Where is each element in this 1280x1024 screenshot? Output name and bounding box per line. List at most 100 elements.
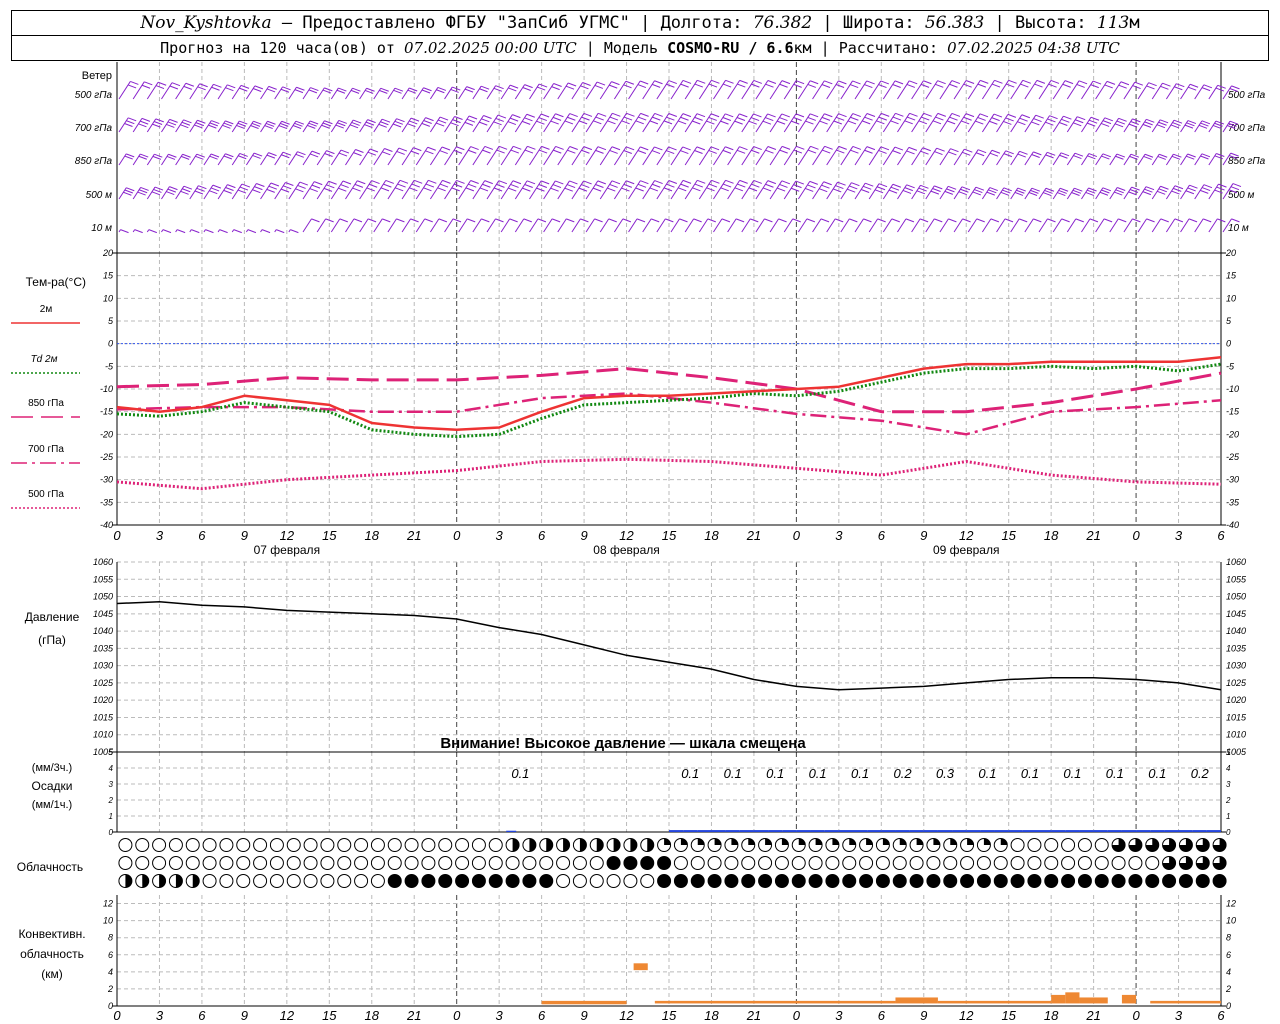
wind-barb-feather [353,152,362,157]
wind-barb-feather [949,83,958,88]
wind-barb-feather [493,187,503,192]
cloud-symbol-fill [596,838,604,852]
wind-barb [486,180,508,200]
cloud-symbol-circle [1094,838,1109,852]
cloud-symbol-circle [875,856,890,870]
wind-barb-staff [529,180,542,200]
wind-barb-feather [975,186,985,191]
wind-barb [698,146,720,166]
wind-barb-feather [1064,80,1074,85]
wind-barb-feather [439,183,449,188]
wind-barb [458,218,476,233]
wind-barb-staff [953,148,965,166]
wind-barb [543,180,564,200]
cloud-symbol [455,838,470,852]
wind-barb-feather [238,155,247,160]
cloud-symbol [152,838,167,852]
wind-barb [444,218,462,233]
wind-barb-staff [670,113,684,133]
wind-barb [260,229,271,234]
wind-barb [245,229,257,234]
wind-barb-feather [734,120,743,125]
wind-barb-staff [783,180,797,200]
cloud-symbol [286,838,301,852]
wind-barb [911,80,932,100]
wind-barb-staff [161,153,169,166]
wind-barb-feather [1115,189,1124,194]
wind-barb-staff [146,229,150,233]
wind-barb-staff [132,229,136,233]
wind-barb [557,180,578,200]
x-tick-label: 3 [496,528,504,543]
wind-barb-feather [635,120,644,125]
wind-barb [118,80,139,100]
cloud-symbol-circle [236,856,251,870]
wind-barb-feather [890,186,900,191]
wind-barb-feather [1129,189,1139,193]
wind-barb-staff [1024,218,1034,233]
cloud-symbol [875,838,890,852]
x-tick-label: 18 [365,528,380,543]
wind-barb-feather [697,179,706,184]
wind-barb-feather [1160,85,1169,90]
wind-barb-feather [168,153,177,158]
cloud-symbol-circle [724,874,739,888]
wind-barb-feather [378,123,387,128]
wind-barb-staff [656,113,670,133]
cloud-symbol [657,856,672,870]
wind-barb-feather [751,183,760,188]
wind-barb-feather [851,182,860,187]
wind-barb-feather [1201,87,1211,92]
wind-barb-feather [920,184,929,189]
wind-barb-staff [628,218,638,233]
wind-barb-feather [1036,79,1046,84]
wind-barb-staff [755,180,769,200]
wind-barb-feather [314,181,323,186]
wind-barb-feather [626,112,635,117]
wind-barb-feather [795,113,805,118]
cloud-symbol [690,838,705,852]
wind-barb-feather [183,119,192,124]
cloud-symbol [1128,874,1143,888]
x-tick-label-bottom: 0 [1132,1008,1140,1023]
wind-barb-feather [735,218,745,223]
cloud-symbol-circle [539,856,554,870]
wind-barb [401,218,419,233]
wind-barb-feather [124,123,133,127]
wind-barb-feather [382,218,391,223]
wind-barb-feather [596,81,606,86]
wind-barb-staff [486,218,496,233]
wind-barb [1066,218,1084,233]
wind-barb-staff [1066,116,1078,133]
wind-barb [953,186,971,200]
cloud-symbol [1145,856,1160,870]
wind-barb-feather [398,147,408,152]
wind-barb-feather [509,84,519,89]
wind-barb-staff [854,182,866,200]
wind-barb-feather [254,186,263,191]
cloud-symbol [438,874,453,888]
cloud-symbol [455,874,470,888]
wind-barb-staff [429,218,440,233]
cloud-symbol-circle [1077,838,1092,852]
wind-barb-staff [373,180,387,200]
y-tick-label-left: -10 [100,384,113,394]
wind-barb-staff [897,218,907,233]
wind-barb-staff [1123,218,1133,233]
wind-barb-feather [381,118,391,123]
wind-barb-staff [444,218,454,233]
wind-barb-feather [636,218,646,223]
cloud-symbol-fill [142,874,149,888]
wind-barb-feather [638,116,647,121]
cloud-symbol-circle [1027,874,1042,888]
wind-barb-feather [409,120,418,125]
wind-barb [826,218,844,233]
wind-barb-staff [571,113,585,133]
cloud-symbol [1145,874,1160,888]
wind-barb [189,153,205,166]
wind-barb-staff [387,87,396,100]
cloud-symbol-circle [269,874,284,888]
wind-barb-feather [1003,153,1013,158]
cloud-symbol-circle [286,856,301,870]
cloud-symbol-circle [657,856,672,870]
